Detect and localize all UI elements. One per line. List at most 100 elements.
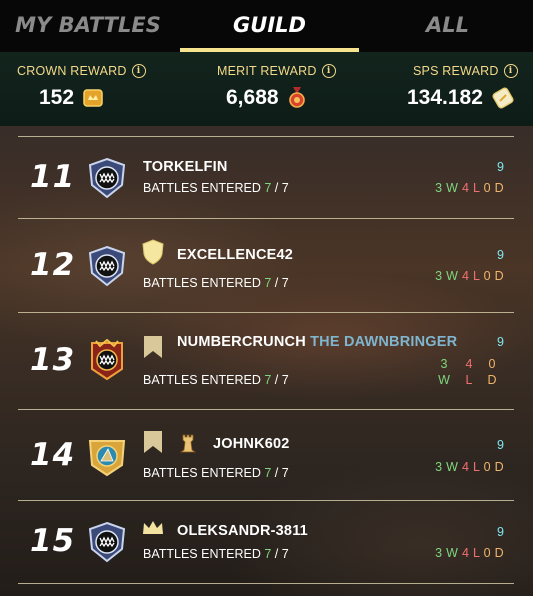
- draws-count: 0: [483, 269, 491, 283]
- wins-letter: W: [446, 181, 459, 195]
- info-icon[interactable]: i: [131, 64, 146, 78]
- battles-entered-label: BATTLES ENTERED: [143, 466, 261, 480]
- leaderboard-row[interactable]: 15 OLEKSANDR-3811 BATTLES ENTERED 7 / 7 …: [0, 501, 533, 583]
- rank-number: 11: [30, 159, 76, 195]
- battles-entered-label: BATTLES ENTERED: [143, 181, 261, 195]
- wins-count: 3: [440, 357, 448, 371]
- merit-reward-label: MERIT REWARD: [217, 64, 317, 78]
- losses-count: 4: [462, 460, 470, 474]
- draws-letter: D: [494, 460, 504, 474]
- losses-count: 4: [462, 181, 470, 195]
- player-title: THE DAWNBRINGER: [310, 334, 458, 350]
- draws-count: 0: [483, 181, 491, 195]
- guild-avatar-icon: [88, 157, 126, 199]
- battles-total-count: 7: [281, 547, 289, 561]
- sps-reward-label: SPS REWARD: [413, 64, 499, 78]
- rank-number: 12: [30, 247, 76, 283]
- battles-entered: BATTLES ENTERED 7 / 7: [143, 373, 289, 387]
- player-name[interactable]: OLEKSANDR-3811: [177, 523, 308, 539]
- battles-entered-count: 7: [264, 276, 272, 290]
- battles-entered-count: 7: [264, 547, 272, 561]
- win-loss-draw: 3 W 4 L 0 D: [435, 269, 504, 283]
- score-value: 9: [497, 525, 504, 539]
- losses-letter: L: [465, 373, 473, 387]
- merit-reward-value: 6,688: [226, 86, 279, 109]
- tab-all[interactable]: ALL: [362, 0, 533, 52]
- tab-guild[interactable]: GUILD: [180, 0, 359, 52]
- losses-count: 4: [465, 357, 473, 371]
- shield-badge-icon: [142, 239, 164, 265]
- player-name[interactable]: EXCELLENCE42: [177, 247, 293, 263]
- wins-letter: W: [438, 373, 450, 387]
- draws-letter: D: [494, 181, 504, 195]
- win-loss-draw: 3 W 4 L 0 D: [435, 181, 504, 195]
- wins-letter: W: [446, 546, 459, 560]
- tab-my-battles[interactable]: MY BATTLES: [0, 0, 176, 52]
- losses-letter: L: [473, 269, 480, 283]
- sps-reward: SPS REWARD i 134.182: [407, 64, 518, 110]
- info-icon[interactable]: i: [503, 64, 518, 78]
- wins-count: 3: [435, 269, 443, 283]
- win-loss-draw: 3 W 4 L 0 D: [435, 546, 504, 560]
- player-name[interactable]: NUMBERCRUNCH THE DAWNBRINGER: [177, 334, 457, 350]
- win-loss-draw: 3 W 4 L 0 D: [435, 460, 504, 474]
- battles-entered: BATTLES ENTERED 7 / 7: [143, 547, 289, 561]
- player-name[interactable]: JOHNK602: [213, 436, 290, 452]
- draws-count: 0: [483, 546, 491, 560]
- guild-avatar-icon: [88, 521, 126, 563]
- leaderboard-row[interactable]: 11 TORKELFIN BATTLES ENTERED 7 / 7 9 3 W…: [0, 137, 533, 218]
- player-name[interactable]: TORKELFIN: [143, 159, 228, 175]
- wins-letter: W: [446, 460, 459, 474]
- score-value: 9: [497, 335, 504, 349]
- battles-total-count: 7: [281, 373, 289, 387]
- banner-badge-icon: [144, 336, 162, 358]
- draws-letter: D: [494, 269, 504, 283]
- rank-number: 14: [30, 437, 76, 473]
- crown-reward-value: 152: [39, 86, 75, 109]
- crown-reward-label: CROWN REWARD: [17, 64, 127, 78]
- draws-count: 0: [488, 357, 496, 371]
- battles-entered-label: BATTLES ENTERED: [143, 373, 261, 387]
- crown-reward: CROWN REWARD i 152: [17, 64, 146, 110]
- player-name-text: NUMBERCRUNCH: [177, 334, 306, 350]
- tab-bar: MY BATTLES GUILD ALL: [0, 0, 533, 52]
- score-value: 9: [497, 438, 504, 452]
- battles-total-count: 7: [281, 466, 289, 480]
- guild-avatar-icon: [88, 245, 126, 287]
- losses-letter: L: [473, 546, 480, 560]
- battles-entered-label: BATTLES ENTERED: [143, 547, 261, 561]
- losses-letter: L: [473, 181, 480, 195]
- draws-letter: D: [487, 373, 497, 387]
- wins-count: 3: [435, 546, 443, 560]
- battles-entered: BATTLES ENTERED 7 / 7: [143, 181, 289, 195]
- crown-badge-icon: [143, 521, 163, 534]
- leaderboard-row[interactable]: 14 JOHNK602 BATTLES ENTERED 7 / 7 9 3 W …: [0, 410, 533, 500]
- battles-total-count: 7: [281, 276, 289, 290]
- score-value: 9: [497, 248, 504, 262]
- battles-entered-label: BATTLES ENTERED: [143, 276, 261, 290]
- battles-entered-count: 7: [264, 373, 272, 387]
- draws-letter: D: [494, 546, 504, 560]
- info-icon[interactable]: i: [321, 64, 336, 78]
- leaderboard-row[interactable]: 13 NUMBERCRUNCH THE DAWNBRINGER BATTLES …: [0, 313, 533, 409]
- rewards-panel: CROWN REWARD i 152 MERIT REWARD i 6,688 SP…: [0, 52, 533, 126]
- tower-badge-icon: [179, 434, 197, 453]
- battles-entered-count: 7: [264, 466, 272, 480]
- merit-medal-icon: [288, 87, 305, 108]
- score-value: 9: [497, 160, 504, 174]
- rank-number: 15: [30, 523, 76, 559]
- sps-reward-value: 134.182: [407, 86, 483, 109]
- merit-reward: MERIT REWARD i 6,688: [217, 64, 336, 110]
- battles-entered: BATTLES ENTERED 7 / 7: [143, 466, 289, 480]
- battles-entered-count: 7: [264, 181, 272, 195]
- sps-token-icon: [492, 87, 514, 109]
- row-divider: [18, 583, 514, 584]
- battles-total-count: 7: [281, 181, 289, 195]
- crown-token-icon: [83, 89, 103, 107]
- losses-letter: L: [473, 460, 480, 474]
- guild-avatar-icon: [88, 440, 126, 477]
- leaderboard-row[interactable]: 12 EXCELLENCE42 BATTLES ENTERED 7 / 7 9 …: [0, 219, 533, 312]
- rank-number: 13: [30, 342, 76, 378]
- banner-badge-icon: [144, 431, 162, 453]
- losses-count: 4: [462, 269, 470, 283]
